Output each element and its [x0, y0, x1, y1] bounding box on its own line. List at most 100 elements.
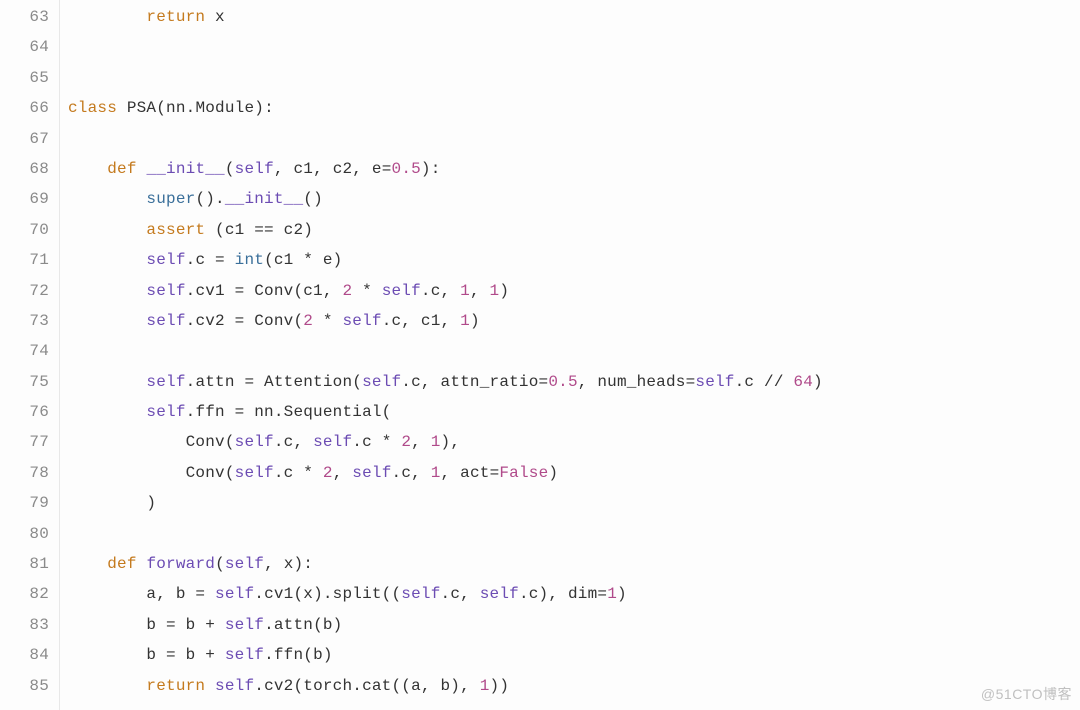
token-plain: = — [539, 373, 549, 391]
indent — [68, 677, 146, 695]
token-plain: ) — [548, 464, 558, 482]
token-id: self — [225, 616, 264, 634]
code-line[interactable]: self.cv2 = Conv(2 * self.c, c1, 1) — [68, 306, 1080, 336]
line-number: 76 — [0, 397, 49, 427]
token-id: self — [225, 646, 264, 664]
token-plain: .c * — [352, 433, 401, 451]
token-plain: Conv( — [186, 464, 235, 482]
code-line[interactable]: self.c = int(c1 * e) — [68, 245, 1080, 275]
code-line[interactable]: self.cv1 = Conv(c1, 2 * self.c, 1, 1) — [68, 276, 1080, 306]
token-plain: = — [490, 464, 500, 482]
token-plain: act — [460, 464, 489, 482]
code-line[interactable]: super().__init__() — [68, 184, 1080, 214]
code-line[interactable] — [68, 336, 1080, 366]
indent — [68, 312, 146, 330]
line-number: 75 — [0, 367, 49, 397]
line-number: 84 — [0, 640, 49, 670]
token-id: self — [342, 312, 381, 330]
token-id: forward — [146, 555, 215, 573]
token-plain: .c), — [519, 585, 568, 603]
code-line[interactable] — [68, 519, 1080, 549]
token-plain: x — [205, 8, 225, 26]
line-number: 64 — [0, 32, 49, 62]
line-number: 71 — [0, 245, 49, 275]
code-line[interactable]: self.ffn = nn.Sequential( — [68, 397, 1080, 427]
token-id: self — [146, 373, 185, 391]
line-number: 85 — [0, 671, 49, 701]
code-line[interactable]: Conv(self.c, self.c * 2, 1), — [68, 427, 1080, 457]
code-line[interactable]: a, b = self.cv1(x).split((self.c, self.c… — [68, 579, 1080, 609]
code-line[interactable]: Conv(self.c * 2, self.c, 1, act=False) — [68, 458, 1080, 488]
token-id: self — [235, 160, 274, 178]
token-num: 64 — [793, 373, 813, 391]
token-plain: * — [313, 312, 342, 330]
token-num: 1 — [431, 433, 441, 451]
code-line[interactable] — [68, 124, 1080, 154]
token-plain: (c1 * e) — [264, 251, 342, 269]
line-number: 66 — [0, 93, 49, 123]
code-line[interactable]: def __init__(self, c1, c2, e=0.5): — [68, 154, 1080, 184]
code-area[interactable]: return x class PSA(nn.Module): def __init… — [60, 0, 1080, 710]
token-plain: )) — [490, 677, 510, 695]
token-plain: * — [352, 282, 381, 300]
token-id: self — [362, 373, 401, 391]
token-plain: (nn. — [156, 99, 195, 117]
line-number: 78 — [0, 458, 49, 488]
token-kw: class — [68, 99, 117, 117]
token-plain: .cv2 = Conv( — [186, 312, 304, 330]
token-plain: a, b = — [146, 585, 215, 603]
indent — [68, 585, 146, 603]
code-line[interactable]: return x — [68, 2, 1080, 32]
line-number: 68 — [0, 154, 49, 184]
token-id: self — [313, 433, 352, 451]
code-line[interactable]: self.attn = Attention(self.c, attn_ratio… — [68, 367, 1080, 397]
token-id: self — [146, 312, 185, 330]
token-plain: .ffn = nn.Sequential( — [186, 403, 392, 421]
indent — [68, 190, 146, 208]
line-number: 65 — [0, 63, 49, 93]
token-num: False — [499, 464, 548, 482]
token-id: self — [215, 585, 254, 603]
token-kw: def — [107, 555, 136, 573]
token-id: self — [401, 585, 440, 603]
token-plain — [117, 99, 127, 117]
token-id: self — [382, 282, 421, 300]
token-plain: .attn(b) — [264, 616, 342, 634]
code-line[interactable]: return self.cv2(torch.cat((a, b), 1)) — [68, 671, 1080, 701]
indent — [68, 8, 146, 26]
line-number: 77 — [0, 427, 49, 457]
token-id: __init__ — [146, 160, 224, 178]
watermark: @51CTO博客 — [981, 684, 1072, 704]
indent — [68, 464, 186, 482]
token-plain: .c // — [735, 373, 794, 391]
token-plain: ) — [813, 373, 823, 391]
line-number: 80 — [0, 519, 49, 549]
token-plain: ): — [254, 99, 274, 117]
token-plain: , c1, c2, e= — [274, 160, 392, 178]
token-plain: (). — [195, 190, 224, 208]
indent — [68, 433, 186, 451]
code-line[interactable] — [68, 63, 1080, 93]
code-line[interactable]: assert (c1 == c2) — [68, 215, 1080, 245]
token-num: 2 — [342, 282, 352, 300]
token-plain: num_heads — [597, 373, 685, 391]
code-line[interactable]: b = b + self.ffn(b) — [68, 640, 1080, 670]
code-editor[interactable]: 6364656667686970717273747576777879808182… — [0, 0, 1080, 710]
token-plain: .c = — [186, 251, 235, 269]
token-plain: .c, — [441, 585, 480, 603]
token-plain: Module — [195, 99, 254, 117]
code-line[interactable]: def forward(self, x): — [68, 549, 1080, 579]
token-kw: return — [146, 8, 205, 26]
indent — [68, 646, 146, 664]
code-line[interactable]: class PSA(nn.Module): — [68, 93, 1080, 123]
code-line[interactable] — [68, 32, 1080, 62]
token-id: self — [146, 251, 185, 269]
token-plain: dim — [568, 585, 597, 603]
token-num: 1 — [607, 585, 617, 603]
code-line[interactable]: b = b + self.attn(b) — [68, 610, 1080, 640]
token-plain — [137, 555, 147, 573]
token-kw: return — [146, 677, 205, 695]
code-line[interactable]: ) — [68, 488, 1080, 518]
token-id: self — [235, 464, 274, 482]
token-id: __init__ — [225, 190, 303, 208]
